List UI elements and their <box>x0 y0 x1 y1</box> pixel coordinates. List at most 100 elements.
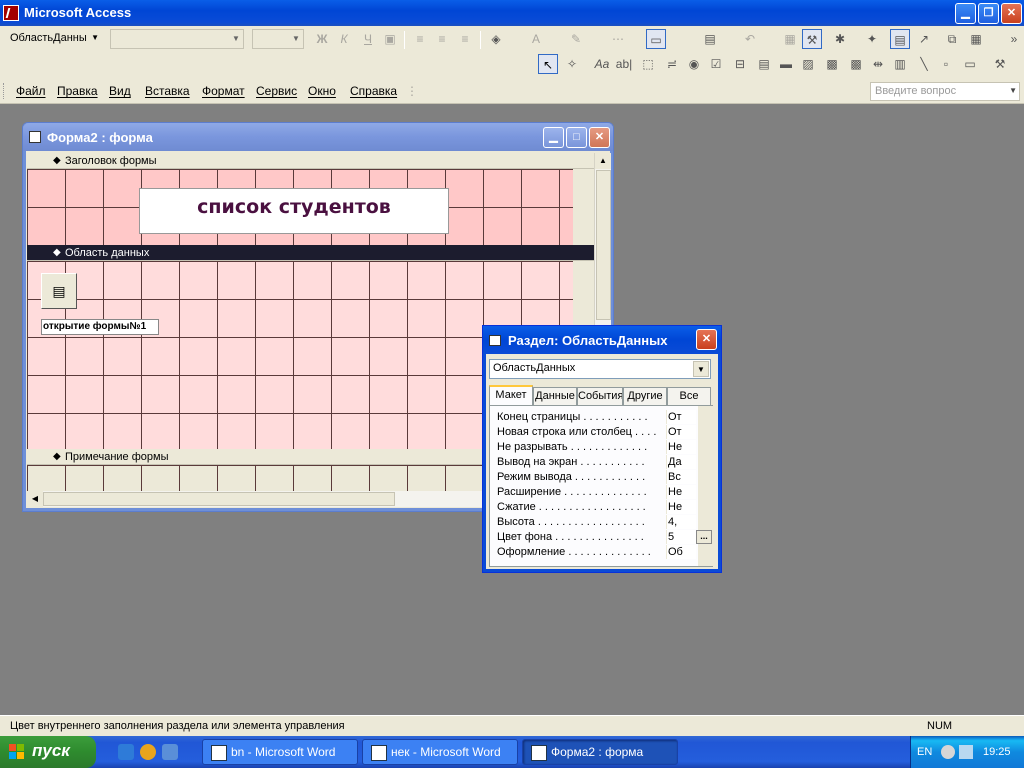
property-row[interactable]: Высота . . . . . . . . . . . . . . . . .… <box>490 515 714 530</box>
more-controls-icon[interactable]: ⚒ <box>990 54 1010 74</box>
menu-window[interactable]: Окно <box>308 84 336 98</box>
form-minimize-button[interactable]: ▁ <box>543 127 564 148</box>
align-center-icon[interactable]: ≡ <box>432 29 452 49</box>
close-button[interactable]: ✕ <box>1001 3 1022 24</box>
object-selector[interactable]: ОбластьДанных ▼ <box>489 359 711 379</box>
scroll-up-icon[interactable]: ▲ <box>595 153 611 169</box>
taskbar-item-word-nek[interactable]: нек - Microsoft Word <box>362 739 518 765</box>
menu-help[interactable]: Справка <box>350 84 397 98</box>
open-form-command-label[interactable]: открытие формы№1 <box>41 319 159 335</box>
field-list-icon[interactable]: ↗ <box>914 29 934 49</box>
ask-question-input[interactable]: Введите вопрос ▼ <box>870 82 1020 101</box>
network-icon[interactable] <box>941 745 955 759</box>
tab-layout[interactable]: Макет <box>489 385 533 405</box>
database-window-icon[interactable]: ⧉ <box>942 29 962 49</box>
new-object-icon[interactable]: ▦ <box>966 29 986 49</box>
align-left-icon[interactable]: ≡ <box>410 29 430 49</box>
menu-insert[interactable]: Вставка <box>145 84 190 98</box>
menu-format[interactable]: Формат <box>202 84 245 98</box>
chevron-down-icon[interactable]: ▼ <box>693 361 709 377</box>
property-value[interactable]: Вс <box>666 470 696 484</box>
select-objects-icon[interactable]: ↖ <box>538 54 558 74</box>
line-color-icon[interactable]: ✎ <box>566 29 586 49</box>
image-tool-icon[interactable]: ▨ <box>798 54 818 74</box>
bound-object-icon[interactable]: ▩ <box>846 54 866 74</box>
page-break-icon[interactable]: ⇹ <box>868 54 888 74</box>
tab-data[interactable]: Данные <box>533 387 577 405</box>
border-style-icon[interactable]: ▭ <box>646 29 666 49</box>
property-row[interactable]: Новая строка или столбец . . . . От <box>490 425 714 440</box>
fill-color-icon[interactable]: ◈ <box>486 29 506 49</box>
open-form-command-button[interactable]: ▤ <box>41 273 77 309</box>
rectangle-tool-icon[interactable]: ▭ <box>960 54 980 74</box>
property-row[interactable]: Вывод на экран . . . . . . . . . . . Да <box>490 455 714 470</box>
minimize-button[interactable]: ▁ <box>955 3 976 24</box>
property-value[interactable]: Не <box>666 485 696 499</box>
property-row[interactable]: Не разрывать . . . . . . . . . . . . . Не <box>490 440 714 455</box>
build-icon[interactable]: ✦ <box>862 29 882 49</box>
undo-icon[interactable]: ↶ <box>740 29 760 49</box>
property-value[interactable]: 4, <box>666 515 696 529</box>
property-row[interactable]: Сжатие . . . . . . . . . . . . . . . . .… <box>490 500 714 515</box>
form-maximize-button[interactable]: □ <box>566 127 587 148</box>
property-value[interactable]: Об <box>666 545 696 559</box>
menu-view[interactable]: Вид <box>109 84 131 98</box>
property-row[interactable]: Режим вывода . . . . . . . . . . . . Вс <box>490 470 714 485</box>
properties-icon[interactable]: ▤ <box>890 29 910 49</box>
form-header-grid[interactable]: список студентов <box>27 169 573 245</box>
section-detail-bar[interactable]: ◆ Область данных <box>27 245 594 261</box>
object-combo[interactable]: ОбластьДанны ▼ <box>6 29 102 49</box>
media-quicklaunch-icon[interactable] <box>140 744 156 760</box>
font-size-combo[interactable]: ▼ <box>252 29 304 49</box>
font-combo[interactable]: ▼ <box>110 29 244 49</box>
tab-other[interactable]: Другие <box>623 387 667 405</box>
property-row[interactable]: Расширение . . . . . . . . . . . . . . Не <box>490 485 714 500</box>
align-right-icon[interactable]: ≡ <box>455 29 475 49</box>
taskbar-item-word-bn[interactable]: bn - Microsoft Word <box>202 739 358 765</box>
taskbar-item-form2[interactable]: Форма2 : форма <box>522 739 678 765</box>
label-tool-icon[interactable]: Aa <box>592 54 612 74</box>
checkbox-tool-icon[interactable]: ☑ <box>706 54 726 74</box>
autoformat-icon[interactable]: ✱ <box>830 29 850 49</box>
tab-control-icon[interactable]: ▥ <box>890 54 910 74</box>
start-button[interactable]: пуск <box>0 736 96 768</box>
option-group-icon[interactable]: ⬚ <box>638 54 658 74</box>
ie-quicklaunch-icon[interactable] <box>118 744 134 760</box>
image-icon[interactable]: ▣ <box>380 29 400 49</box>
property-value[interactable]: От <box>666 425 696 439</box>
font-color-icon[interactable]: A <box>526 29 546 49</box>
menu-options-icon[interactable]: ⋮ <box>402 81 422 101</box>
textbox-tool-icon[interactable]: ab| <box>614 54 634 74</box>
volume-icon[interactable] <box>959 745 973 759</box>
menu-tools[interactable]: Сервис <box>256 84 297 98</box>
property-row[interactable]: Цвет фона . . . . . . . . . . . . . . . 5… <box>490 530 714 545</box>
property-value[interactable]: Не <box>666 500 696 514</box>
option-button-icon[interactable]: ◉ <box>684 54 704 74</box>
property-close-button[interactable]: ✕ <box>696 329 717 350</box>
restore-button[interactable]: ❐ <box>978 3 999 24</box>
menu-file[interactable]: Файл <box>16 84 46 98</box>
builder-button[interactable]: ... <box>696 530 712 544</box>
property-value[interactable]: От <box>666 410 696 424</box>
property-row[interactable]: Конец страницы . . . . . . . . . . . От <box>490 410 714 425</box>
access-app-icon[interactable] <box>3 5 19 21</box>
property-value[interactable]: Да <box>666 455 696 469</box>
tab-all[interactable]: Все <box>667 387 711 405</box>
subform-tool-icon[interactable]: ▫ <box>936 54 956 74</box>
combo-box-tool-icon[interactable]: ⊟ <box>730 54 750 74</box>
italic-icon[interactable]: К <box>334 29 354 49</box>
unbound-object-icon[interactable]: ▩ <box>822 54 842 74</box>
list-box-tool-icon[interactable]: ▤ <box>754 54 774 74</box>
scroll-left-icon[interactable]: ◀ <box>27 491 43 507</box>
form-title-label[interactable]: список студентов <box>139 188 449 234</box>
form-close-button[interactable]: ✕ <box>589 127 610 148</box>
control-wizards-icon[interactable]: ✧ <box>562 54 582 74</box>
toolbox-icon[interactable]: ⚒ <box>802 29 822 49</box>
bold-icon[interactable]: Ж <box>312 29 332 49</box>
property-value[interactable]: Не <box>666 440 696 454</box>
scroll-thumb[interactable] <box>43 492 395 506</box>
line-width-icon[interactable]: ⋯ <box>608 29 628 49</box>
property-value[interactable]: 5 <box>666 530 696 544</box>
section-header-bar[interactable]: ◆ Заголовок формы <box>27 153 594 169</box>
special-effect-icon[interactable]: ▤ <box>700 29 720 49</box>
